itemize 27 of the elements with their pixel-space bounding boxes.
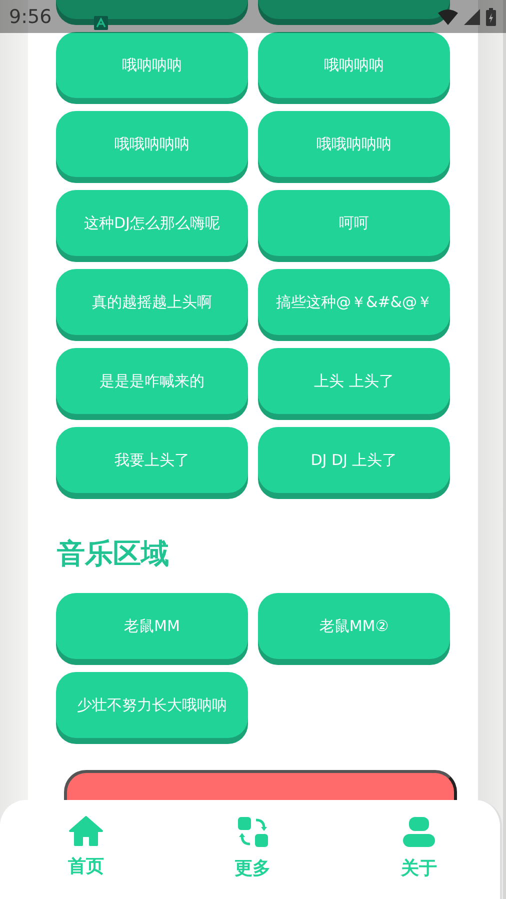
sound-button[interactable]: 上头 上头了 (258, 348, 450, 414)
sound-button[interactable]: 搞些这种@￥&#&@￥ (258, 269, 450, 335)
stop-button[interactable] (64, 770, 457, 802)
tab-label[interactable]: 更多 (234, 856, 270, 880)
signal-icon (464, 8, 480, 24)
sound-button[interactable]: 呵呵 (258, 190, 450, 256)
home-icon (69, 816, 103, 846)
tab-label[interactable]: 关于 (401, 856, 437, 880)
sound-button[interactable]: 是是是咋喊来的 (56, 348, 248, 414)
tab-label[interactable]: 首页 (68, 854, 104, 878)
music-button[interactable]: 老鼠MM (56, 593, 248, 659)
battery-icon (486, 8, 496, 26)
sound-button[interactable]: DJ DJ 上头了 (258, 427, 450, 493)
section-title: 音乐区域 (57, 536, 170, 572)
clock: 9:56 (9, 6, 52, 28)
sound-button[interactable]: 真的越摇越上头啊 (56, 269, 248, 335)
music-button[interactable]: 少壮不努力长大哦呐呐 (56, 672, 248, 738)
sound-button[interactable]: 哦哦呐呐呐 (56, 111, 248, 177)
sound-button[interactable]: 我要上头了 (56, 427, 248, 493)
person-icon (402, 816, 436, 848)
sound-button[interactable]: 哦哦呐呐呐 (258, 111, 450, 177)
sound-button[interactable]: 哦呐呐呐 (56, 32, 248, 98)
sound-button[interactable]: 这种DJ怎么那么嗨呢 (56, 190, 248, 256)
sound-button[interactable]: 哦呐呐呐 (258, 32, 450, 98)
swap-icon (236, 816, 268, 848)
music-button[interactable]: 老鼠MM② (258, 593, 450, 659)
wifi-icon (438, 8, 458, 24)
